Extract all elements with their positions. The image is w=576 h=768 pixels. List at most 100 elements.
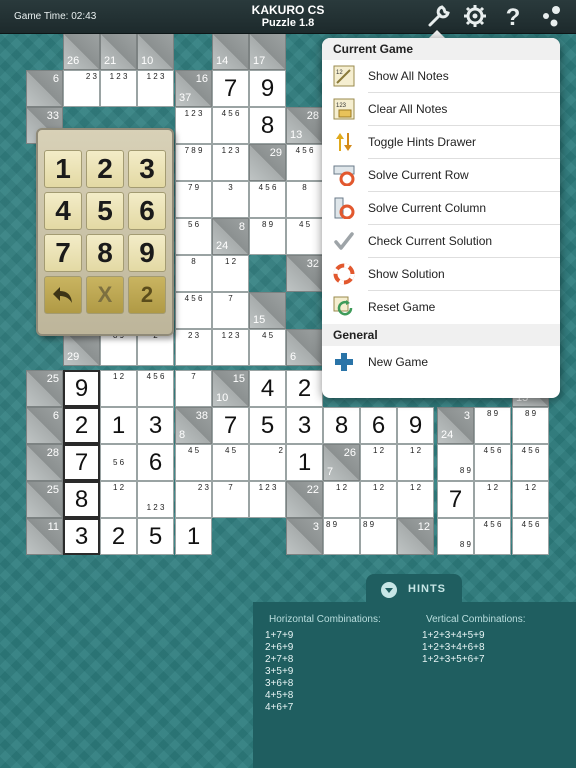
puzzle-cell[interactable]: 2 xyxy=(63,407,100,444)
puzzle-cell[interactable]: 4 5 6 xyxy=(286,144,323,181)
puzzle-cell[interactable]: 3 xyxy=(63,518,100,555)
puzzle-cell[interactable]: 3 xyxy=(286,407,323,444)
puzzle-cell[interactable]: 1 2 xyxy=(100,481,137,518)
puzzle-cell[interactable]: 7 xyxy=(212,70,249,107)
puzzle-cell[interactable]: 2 3 xyxy=(175,481,212,518)
puzzle-cell[interactable]: 8 xyxy=(286,181,323,218)
puzzle-cell[interactable]: 4 5 6 xyxy=(249,181,286,218)
menu-item-show-all-notes[interactable]: 12 Show All Notes xyxy=(322,60,560,93)
menu-item-toggle-hints-drawer[interactable]: Toggle Hints Drawer xyxy=(322,126,560,159)
menu-item-show-solution[interactable]: Show Solution xyxy=(322,258,560,291)
puzzle-cell[interactable]: 4 5 6 xyxy=(512,518,549,555)
key-5[interactable]: 5 xyxy=(86,192,124,230)
key-3[interactable]: 3 xyxy=(128,150,166,188)
puzzle-cell[interactable]: 7 xyxy=(63,444,100,481)
puzzle-cell[interactable]: 1 2 3 xyxy=(175,107,212,144)
puzzle-cell[interactable]: 8 9 xyxy=(360,518,397,555)
clear-button[interactable]: X xyxy=(86,276,124,314)
puzzle-cell[interactable]: 1 2 3 xyxy=(212,329,249,366)
puzzle-cell[interactable]: 1 2 xyxy=(323,481,360,518)
puzzle-cell[interactable]: 1 2 3 xyxy=(212,144,249,181)
puzzle-cell[interactable]: 7 xyxy=(437,481,474,518)
puzzle-cell[interactable]: 4 5 xyxy=(212,444,249,481)
dots-icon[interactable] xyxy=(538,3,564,29)
puzzle-cell[interactable]: 4 5 xyxy=(175,444,212,481)
puzzle-cell[interactable]: 5 6 xyxy=(175,218,212,255)
puzzle-cell[interactable]: 9 xyxy=(397,407,434,444)
puzzle-cell[interactable]: 5 6 xyxy=(100,444,137,481)
puzzle-cell[interactable]: 1 2 xyxy=(100,370,137,407)
puzzle-cell[interactable]: 3 xyxy=(212,181,249,218)
puzzle-cell[interactable]: 3 xyxy=(137,407,174,444)
puzzle-cell[interactable]: 1 2 xyxy=(512,481,549,518)
puzzle-cell[interactable]: 9 xyxy=(249,70,286,107)
key-8[interactable]: 8 xyxy=(86,234,124,272)
puzzle-cell[interactable]: 1 xyxy=(100,407,137,444)
puzzle-cell[interactable]: 4 5 6 xyxy=(175,292,212,329)
puzzle-cell[interactable]: 7 9 xyxy=(175,181,212,218)
menu-item-clear-all-notes[interactable]: 123 Clear All Notes xyxy=(322,93,560,126)
key-4[interactable]: 4 xyxy=(44,192,82,230)
key-7[interactable]: 7 xyxy=(44,234,82,272)
puzzle-cell[interactable]: 4 xyxy=(249,370,286,407)
puzzle-cell[interactable]: 7 xyxy=(212,292,249,329)
puzzle-cell[interactable]: 2 3 xyxy=(63,70,100,107)
puzzle-cell[interactable]: 8 9 xyxy=(249,218,286,255)
menu-item-check-current-solution[interactable]: Check Current Solution xyxy=(322,225,560,258)
puzzle-cell[interactable]: 8 xyxy=(63,481,100,518)
undo-button[interactable] xyxy=(44,276,82,314)
puzzle-cell[interactable]: 7 8 9 xyxy=(175,144,212,181)
menu-item-solve-current-row[interactable]: Solve Current Row xyxy=(322,159,560,192)
puzzle-cell[interactable]: 4 5 6 xyxy=(137,370,174,407)
puzzle-cell[interactable]: 1 2 xyxy=(212,255,249,292)
puzzle-cell[interactable]: 1 2 3 xyxy=(249,481,286,518)
puzzle-cell[interactable]: 8 9 xyxy=(437,518,474,555)
key-6[interactable]: 6 xyxy=(128,192,166,230)
puzzle-cell[interactable]: 8 xyxy=(249,107,286,144)
puzzle-cell[interactable]: 8 9 xyxy=(437,444,474,481)
menu-item-reset-game[interactable]: Reset Game xyxy=(322,291,560,324)
puzzle-cell[interactable]: 1 2 3 xyxy=(137,481,174,518)
menu-item-new-game[interactable]: New Game xyxy=(322,346,560,379)
puzzle-cell[interactable]: 1 2 xyxy=(397,444,434,481)
puzzle-cell[interactable]: 8 9 xyxy=(323,518,360,555)
puzzle-cell[interactable]: 8 xyxy=(323,407,360,444)
puzzle-cell[interactable]: 2 3 xyxy=(175,329,212,366)
menu-item-solve-current-column[interactable]: Solve Current Column xyxy=(322,192,560,225)
puzzle-cell[interactable]: 4 5 xyxy=(249,329,286,366)
puzzle-cell[interactable]: 8 xyxy=(175,255,212,292)
puzzle-cell[interactable]: 1 2 3 xyxy=(137,70,174,107)
help-icon[interactable]: ? xyxy=(500,3,526,31)
puzzle-cell[interactable]: 1 2 3 xyxy=(100,70,137,107)
wrench-icon[interactable] xyxy=(426,3,452,29)
puzzle-cell[interactable]: 1 2 xyxy=(360,444,397,481)
puzzle-cell[interactable]: 1 xyxy=(175,518,212,555)
puzzle-cell[interactable]: 4 5 xyxy=(286,218,323,255)
puzzle-cell[interactable]: 5 xyxy=(249,407,286,444)
puzzle-cell[interactable]: 4 5 6 xyxy=(512,444,549,481)
puzzle-cell[interactable]: 1 2 xyxy=(474,481,511,518)
gear-icon[interactable] xyxy=(462,3,488,29)
puzzle-cell[interactable]: 4 5 6 xyxy=(474,518,511,555)
puzzle-cell[interactable]: 1 2 xyxy=(360,481,397,518)
puzzle-cell[interactable]: 8 9 xyxy=(512,407,549,444)
puzzle-cell[interactable]: 5 xyxy=(137,518,174,555)
puzzle-cell[interactable]: 7 xyxy=(175,370,212,407)
notes-mode-button[interactable]: 2 xyxy=(128,276,166,314)
puzzle-cell[interactable]: 8 9 xyxy=(474,407,511,444)
key-9[interactable]: 9 xyxy=(128,234,166,272)
puzzle-cell[interactable]: 7 xyxy=(212,407,249,444)
puzzle-cell[interactable]: 6 xyxy=(360,407,397,444)
puzzle-cell[interactable]: 7 xyxy=(212,481,249,518)
puzzle-cell[interactable]: 4 5 6 xyxy=(474,444,511,481)
puzzle-cell[interactable]: 2 xyxy=(286,370,323,407)
puzzle-cell[interactable]: 4 5 6 xyxy=(212,107,249,144)
puzzle-cell[interactable]: 2 xyxy=(100,518,137,555)
puzzle-cell[interactable]: 2 xyxy=(249,444,286,481)
key-1[interactable]: 1 xyxy=(44,150,82,188)
key-2[interactable]: 2 xyxy=(86,150,124,188)
puzzle-cell[interactable]: 9 xyxy=(63,370,100,407)
hints-tab[interactable]: HINTS xyxy=(366,574,462,604)
puzzle-cell[interactable]: 1 2 xyxy=(397,481,434,518)
puzzle-cell[interactable]: 1 xyxy=(286,444,323,481)
